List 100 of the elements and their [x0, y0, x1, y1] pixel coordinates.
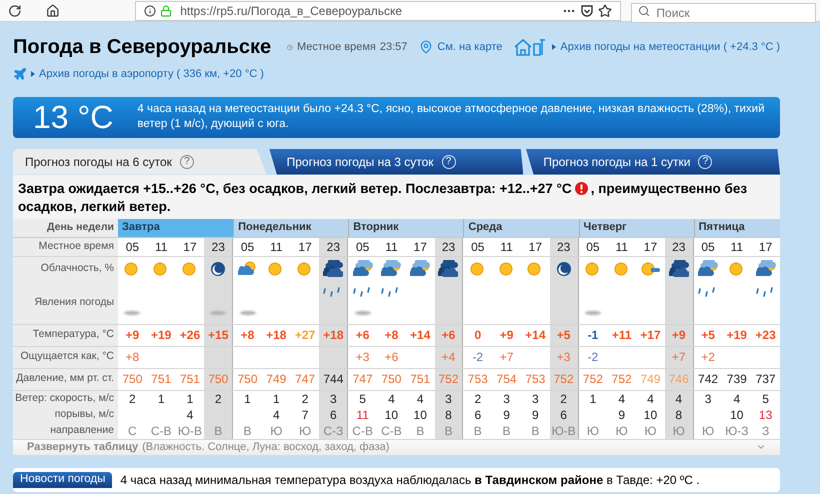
temperature-cell: +9 [664, 324, 694, 346]
pressure-cell: 746 [664, 368, 694, 390]
local-time: 23:57 [380, 40, 408, 55]
wind-direction-cell-text: Ю [643, 422, 658, 438]
wind-speed-cell-text: 3 [502, 390, 511, 406]
temperature-cell: +6 [434, 324, 464, 346]
help-icon[interactable]: ? [698, 154, 712, 168]
home-icon[interactable] [46, 4, 60, 18]
wind-speed-cell-text: 1 [272, 390, 281, 406]
time-cell-text: 05 [124, 238, 140, 256]
wind-speed-cell-text: 2 [128, 390, 137, 406]
search-field[interactable]: Поиск [631, 2, 816, 22]
forecast-tab[interactable]: Прогноз погоды на 3 суток ? [266, 148, 524, 174]
wind-gust-cell: 6 [550, 406, 579, 422]
wind-gust-cell-text: 9 [502, 406, 511, 422]
time-cell-text: 17 [758, 238, 774, 256]
temperature-cell-text: +19 [726, 327, 748, 344]
pressure-cell-text: 747 [294, 371, 316, 388]
feels-like-cell-text: +2 [700, 349, 716, 366]
row-label: Ветер: скорость, м/с [13, 390, 118, 406]
time-cell: 23 [550, 238, 579, 256]
time-cell-text: 05 [354, 238, 370, 256]
pressure-cell: 752 [434, 368, 464, 390]
pressure-cell-text: 751 [409, 371, 432, 388]
pressure-cell: 750 [204, 368, 234, 390]
map-pin-icon [419, 40, 434, 54]
wind-speed-cell-text: 3 [531, 390, 540, 406]
temperature-cell-text: -1 [586, 327, 600, 344]
wind-direction-cell: В [204, 422, 234, 438]
wind-direction-cell-text: С-В [380, 422, 403, 438]
day-header: Пятница [694, 218, 780, 238]
wind-direction-cell: Ю-В [550, 422, 579, 438]
wind-direction-cell-text: В [502, 422, 512, 438]
wind-speed-cell-text: 1 [588, 390, 598, 406]
wind-gust-cell: 8 [664, 406, 694, 422]
pressure-cell: 752 [550, 368, 579, 390]
pressure-cell-text: 737 [754, 371, 777, 388]
news-text: 4 часа назад минимальная температура воздуха наблюдалась в Тавдинском районе в Тавде: +20 ºC . [120, 472, 700, 488]
pressure-cell-text: 739 [726, 371, 748, 388]
current-description: 4 часа назад на метеостанции было +24.3 °C, ясно, высокое атмосферное давление, низкая влажность (28%), тихий ветер (1 м/с), дующий с юга. [137, 102, 766, 132]
wind-speed-cell-text: 5 [358, 390, 367, 406]
time-cell: 23 [319, 238, 348, 256]
reload-icon[interactable] [8, 4, 22, 18]
wind-gust-cell-text: 9 [531, 406, 540, 422]
time-cell-text: 17 [412, 238, 428, 256]
pressure-cell: 744 [319, 368, 348, 390]
wind-direction-cell-text: Ю-З [724, 422, 750, 438]
airport-archive-link[interactable]: Архив погоды в аэропорту ( 336 км, +20 °C ) [13, 66, 264, 82]
time-cell-text: 11 [730, 238, 744, 256]
pressure-cell-text: 752 [610, 371, 633, 388]
temperature-cell-text: +27 [294, 327, 316, 344]
temperature-cell-text: +23 [754, 327, 777, 344]
forecast-summary-text: осадков, легкий ветер. [18, 198, 171, 216]
time-cell-text: 17 [297, 238, 313, 256]
caret-icon [552, 44, 556, 50]
temperature-cell-text: +17 [639, 327, 662, 344]
feels-like-cell-text: +7 [498, 349, 514, 366]
info-icon[interactable] [144, 4, 156, 16]
feels-like-cell-text: -2 [471, 349, 484, 366]
time-cell-text: 05 [240, 238, 256, 256]
time-cell-text: 11 [614, 238, 629, 256]
news-badge[interactable]: Новости погоды [13, 472, 112, 488]
row-label: Давление, мм рт. ст. [13, 368, 118, 390]
help-icon[interactable]: ? [180, 154, 194, 168]
star-icon[interactable] [598, 4, 612, 18]
caret-icon [31, 71, 35, 78]
temperature-cell-text: +6 [354, 327, 370, 344]
wind-speed-cell: 3 [319, 390, 348, 406]
forecast-tab[interactable]: Прогноз погоды на 6 суток ? [13, 148, 267, 174]
wind-direction-cell: В [434, 422, 464, 438]
row-label: Ощущается как, °C [13, 346, 118, 368]
lock-icon [160, 4, 172, 16]
wind-speed-cell-text: 1 [156, 390, 166, 406]
temperature-cell-text: 0 [473, 327, 482, 344]
wind-gust-cell-text: 11 [355, 406, 370, 422]
row-label: направление [13, 422, 118, 438]
wind-speed-cell-text: 3 [704, 390, 712, 406]
wind-gust-cell-text: 10 [729, 406, 744, 422]
temperature-cell-text: +9 [124, 327, 140, 344]
pressure-cell-text: 751 [178, 371, 201, 388]
station-archive-link[interactable]: Архив погоды на метеостанции ( +24.3 °C ) [514, 38, 780, 56]
wind-direction-cell-text: Ю [269, 422, 284, 438]
temperature-cell: +18 [319, 324, 348, 346]
pressure-cell-text: 749 [639, 371, 662, 388]
day-header: Завтра [118, 218, 234, 238]
row-label: День недели [13, 218, 118, 238]
time-cell-text: 11 [269, 238, 284, 256]
time-cell-text: 05 [585, 238, 601, 256]
shield-icon[interactable] [580, 4, 594, 18]
time-cell-text: 05 [470, 238, 486, 256]
pressure-cell-text: 742 [697, 371, 720, 388]
current-temperature: 13 °C [33, 101, 114, 133]
time-cell-text: 17 [182, 238, 198, 256]
wind-gust-cell-text: 9 [617, 406, 626, 422]
wind-direction-cell-text: В [415, 422, 426, 438]
feels-like-cell-text: +8 [124, 349, 140, 366]
map-link[interactable]: См. на карте [419, 38, 502, 56]
address-field[interactable]: https://rp5.ru/Погода_в_Североуральске [135, 0, 622, 20]
help-icon[interactable]: ? [442, 154, 456, 168]
wind-speed-cell-text: 4 [617, 390, 626, 406]
